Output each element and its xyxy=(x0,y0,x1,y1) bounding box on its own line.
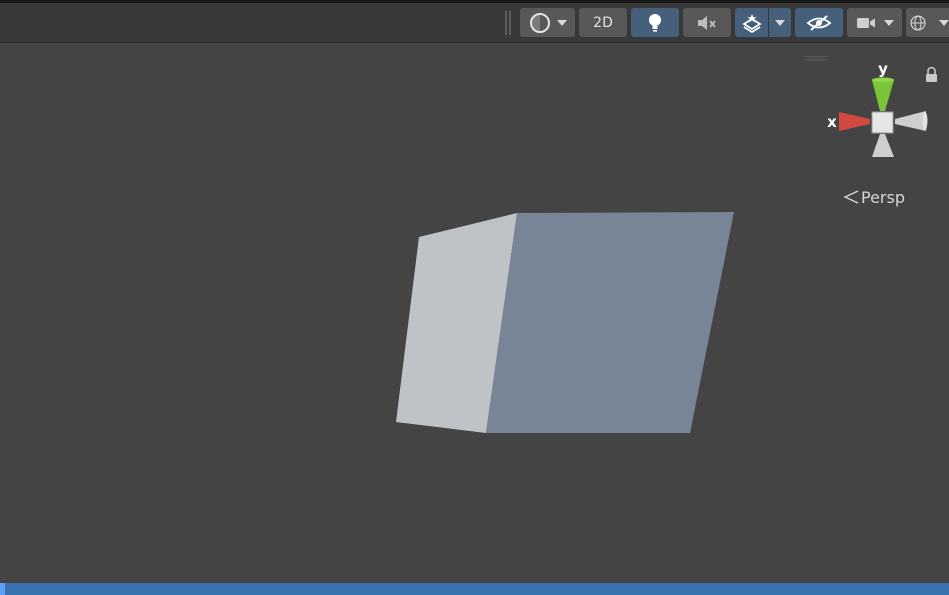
scene-viewport[interactable]: y x Persp xyxy=(0,43,949,583)
audio-mute-icon xyxy=(698,15,716,30)
effects-toggle-button[interactable] xyxy=(735,8,768,37)
projection-toggle[interactable]: Persp xyxy=(843,186,905,208)
cube-object[interactable] xyxy=(396,212,734,433)
light-bulb-icon xyxy=(649,13,661,32)
hidden-eye-icon xyxy=(806,14,832,31)
camera-settings-button[interactable] xyxy=(847,8,902,37)
2d-toggle-button[interactable]: 2D xyxy=(579,8,627,37)
status-bar-accent xyxy=(0,583,5,595)
chevron-down-icon xyxy=(939,19,949,26)
shading-mode-icon xyxy=(529,12,550,33)
scene-visibility-button[interactable] xyxy=(795,8,843,37)
gizmo-center-cube[interactable] xyxy=(871,111,894,134)
scene-orientation-gizmo[interactable]: y x xyxy=(827,60,928,157)
gizmo-x-label: x xyxy=(827,113,837,131)
gizmo-y-label: y xyxy=(878,60,888,78)
gizmo-neg-x-axis[interactable] xyxy=(895,111,926,131)
toolbar-grip[interactable] xyxy=(509,11,511,35)
gizmo-neg-x-cap xyxy=(922,112,928,130)
scene-toolbar: 2D xyxy=(0,3,949,43)
chevron-down-icon xyxy=(556,19,567,26)
gizmo-drag-handle[interactable] xyxy=(804,56,828,58)
draw-mode-button[interactable] xyxy=(520,8,575,37)
chevron-down-icon xyxy=(775,19,785,26)
2d-button-label: 2D xyxy=(593,14,613,31)
chevron-down-icon xyxy=(883,19,894,26)
audio-toggle-button[interactable] xyxy=(683,8,731,37)
status-bar xyxy=(0,583,949,595)
effects-dropdown-button[interactable] xyxy=(769,8,791,37)
layers-icon xyxy=(741,13,762,33)
globe-icon xyxy=(910,14,926,31)
toolbar-grip[interactable] xyxy=(505,11,507,35)
gizmo-drag-handle[interactable] xyxy=(804,59,828,61)
scene-canvas[interactable]: y x xyxy=(0,43,949,583)
gizmo-neg-y-axis[interactable] xyxy=(872,134,894,157)
lock-icon[interactable] xyxy=(926,66,937,83)
gizmos-button[interactable] xyxy=(906,8,949,37)
projection-label: Persp xyxy=(861,187,905,207)
camera-icon xyxy=(856,17,875,28)
lighting-toggle-button[interactable] xyxy=(631,8,679,37)
gizmo-x-axis[interactable] xyxy=(839,112,870,131)
cube-dark-face xyxy=(486,212,734,433)
gizmo-y-axis[interactable] xyxy=(872,80,894,111)
gizmo-y-axis-cap xyxy=(872,77,894,83)
perspective-icon xyxy=(843,190,859,204)
